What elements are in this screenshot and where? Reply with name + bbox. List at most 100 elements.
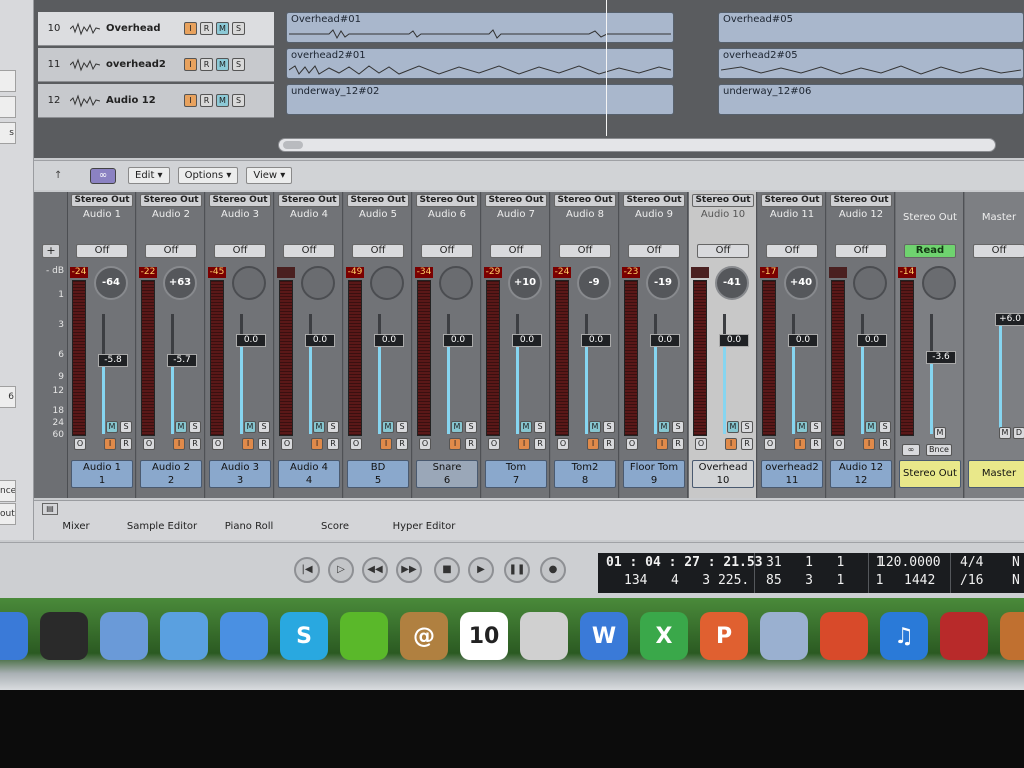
track-name-label[interactable]: Audio 1 1 [71, 460, 133, 488]
input-monitor-button[interactable]: I [863, 438, 875, 450]
dashboard-icon[interactable] [40, 612, 88, 660]
track-name-label[interactable]: Tom 7 [485, 460, 547, 488]
link-icon[interactable]: ∞ [902, 444, 920, 456]
automation-mode-button[interactable]: Off [490, 244, 542, 258]
left-panel-button[interactable] [0, 70, 16, 92]
pan-knob[interactable]: +10 [508, 266, 542, 300]
automation-mode-button[interactable]: Off [973, 244, 1024, 258]
input-monitor-button[interactable]: I [184, 94, 197, 107]
fader-value[interactable]: 0.0 [650, 334, 680, 347]
input-monitor-button[interactable]: I [104, 438, 116, 450]
output-slot[interactable]: Stereo Out [278, 194, 340, 207]
record-enable-button[interactable]: R [879, 438, 891, 450]
up-arrow-icon[interactable]: ↑ [54, 170, 74, 181]
solo-button[interactable]: S [672, 421, 684, 433]
mute-button[interactable]: M [999, 427, 1011, 439]
mute-button[interactable]: M [589, 421, 601, 433]
mute-button[interactable]: M [865, 421, 877, 433]
audio-region[interactable]: underway_12#06 [718, 84, 1024, 115]
rewind-button[interactable]: ◀◀ [362, 557, 388, 583]
output-slot[interactable]: Stereo Out [140, 194, 202, 207]
automation-mode-button[interactable]: Off [76, 244, 128, 258]
audio-region[interactable]: overhead2#05 [718, 48, 1024, 79]
fader-value[interactable]: 0.0 [719, 334, 749, 347]
track-name-label[interactable]: Stereo Out [899, 460, 961, 488]
solo-button[interactable]: S [120, 421, 132, 433]
record-enable-button[interactable]: R [534, 438, 546, 450]
input-monitor-button[interactable]: I [449, 438, 461, 450]
pan-knob[interactable]: +63 [163, 266, 197, 300]
track-name-label[interactable]: overhead2 11 [761, 460, 823, 488]
edit-menu[interactable]: Edit ▾ [128, 167, 170, 184]
word-icon[interactable]: W [580, 612, 628, 660]
options-menu[interactable]: Options ▾ [177, 167, 239, 184]
entourage-icon[interactable] [760, 612, 808, 660]
mute-button[interactable]: M [175, 421, 187, 433]
record-enable-button[interactable]: R [120, 438, 132, 450]
solo-button[interactable]: S [189, 421, 201, 433]
tab-hyper-editor[interactable]: Hyper Editor [384, 517, 464, 537]
fader-value[interactable]: -5.8 [98, 354, 128, 367]
record-enable-button[interactable]: R [189, 438, 201, 450]
itunes-icon[interactable]: ♫ [880, 612, 928, 660]
app-store-icon[interactable] [0, 612, 28, 660]
input-monitor-button[interactable]: I [794, 438, 806, 450]
audio-region[interactable]: Overhead#05 [718, 12, 1024, 43]
fader-value[interactable]: 0.0 [581, 334, 611, 347]
skype-icon[interactable]: S [280, 612, 328, 660]
output-slot[interactable]: Stereo Out [416, 194, 478, 207]
mute-button[interactable]: M [216, 94, 229, 107]
bounce-button[interactable]: Bnce [926, 444, 952, 456]
record-enable-button[interactable]: R [327, 438, 339, 450]
scrollbar-thumb[interactable] [283, 141, 303, 149]
dim-button[interactable]: D [1013, 427, 1024, 439]
left-panel-button[interactable]: out [0, 503, 16, 525]
solo-button[interactable]: S [396, 421, 408, 433]
track-name-label[interactable]: Audio 3 3 [209, 460, 271, 488]
solo-button[interactable]: S [327, 421, 339, 433]
input-format-button[interactable]: O [281, 438, 293, 450]
left-panel-button[interactable]: nce [0, 480, 16, 502]
input-format-button[interactable]: O [764, 438, 776, 450]
playhead[interactable] [606, 0, 607, 136]
solo-button[interactable]: S [879, 421, 891, 433]
frog-icon[interactable] [340, 612, 388, 660]
mute-button[interactable]: M [451, 421, 463, 433]
output-slot[interactable]: Stereo Out [623, 194, 685, 207]
track-header[interactable]: 12 Audio 12 I R M S [38, 84, 274, 118]
input-format-button[interactable]: O [626, 438, 638, 450]
mute-button[interactable]: M [244, 421, 256, 433]
track-name-label[interactable]: BD 5 [347, 460, 409, 488]
track-name-label[interactable]: Master [968, 460, 1024, 488]
input-monitor-button[interactable]: I [587, 438, 599, 450]
solo-button[interactable]: S [465, 421, 477, 433]
pan-knob[interactable] [232, 266, 266, 300]
input-monitor-button[interactable]: I [311, 438, 323, 450]
output-slot[interactable]: Stereo Out [209, 194, 271, 207]
output-slot[interactable]: Stereo Out [830, 194, 892, 207]
fader-value[interactable]: 0.0 [374, 334, 404, 347]
input-format-button[interactable]: O [557, 438, 569, 450]
fader-value[interactable]: -5.7 [167, 354, 197, 367]
automation-mode-button[interactable]: Off [835, 244, 887, 258]
balance-knob[interactable] [922, 266, 956, 300]
automation-mode-button[interactable]: Off [697, 244, 749, 258]
mute-button[interactable]: M [382, 421, 394, 433]
mute-button[interactable]: M [216, 58, 229, 71]
solo-button[interactable]: S [810, 421, 822, 433]
output-slot[interactable]: Stereo Out [554, 194, 616, 207]
automation-mode-button[interactable]: Off [628, 244, 680, 258]
solo-button[interactable]: S [603, 421, 615, 433]
pan-knob[interactable] [370, 266, 404, 300]
pan-knob[interactable] [301, 266, 335, 300]
input-format-button[interactable]: O [488, 438, 500, 450]
track-header[interactable]: 10 Overhead I R M S [38, 12, 274, 46]
fader-value[interactable]: 0.0 [512, 334, 542, 347]
automation-mode-button[interactable]: Off [421, 244, 473, 258]
mute-button[interactable]: M [727, 421, 739, 433]
audio-region[interactable]: overhead2#01 [286, 48, 674, 79]
record-enable-button[interactable]: R [396, 438, 408, 450]
mute-button[interactable]: M [658, 421, 670, 433]
input-monitor-button[interactable]: I [184, 22, 197, 35]
track-header[interactable]: 11 overhead2 I R M S [38, 48, 274, 82]
